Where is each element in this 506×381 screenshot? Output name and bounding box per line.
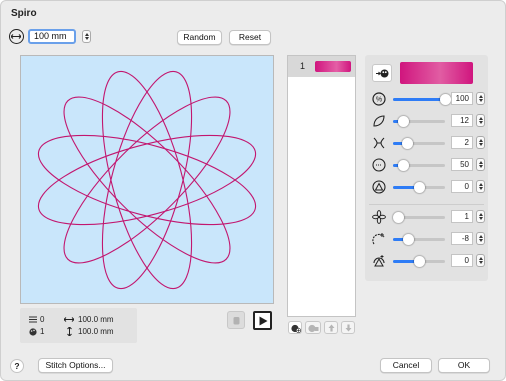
slider-knob[interactable] <box>403 234 415 245</box>
slider-knob[interactable] <box>402 138 414 149</box>
param-row: 50 <box>365 157 488 173</box>
spiro-preview-canvas <box>20 55 274 304</box>
param-stepper[interactable] <box>476 254 485 267</box>
color-count: 1 <box>40 327 45 336</box>
param-value-field[interactable]: 1 <box>451 210 473 223</box>
color-index: 1 <box>300 61 306 71</box>
param-value-field[interactable]: 0 <box>451 180 473 193</box>
width-arrows-icon <box>9 29 24 44</box>
param-stepper[interactable] <box>476 180 485 193</box>
param-row: 0 <box>365 179 488 195</box>
random-button[interactable]: Random <box>177 30 222 45</box>
palette-gear-icon <box>308 324 319 333</box>
dialog-title: Spiro <box>11 8 37 19</box>
param-stepper[interactable] <box>476 136 485 149</box>
palette-plus-icon <box>291 324 301 333</box>
param-value-field[interactable]: -8 <box>451 232 473 245</box>
param-value-field[interactable]: 2 <box>451 136 473 149</box>
color-swatch <box>315 61 351 72</box>
triangle-circle-icon <box>372 180 386 194</box>
param-value-field[interactable]: 12 <box>451 114 473 127</box>
param-slider[interactable] <box>393 182 445 193</box>
arrow-up-icon <box>328 324 335 332</box>
param-slider[interactable] <box>393 138 445 149</box>
param-value-field[interactable]: 100 <box>451 92 473 105</box>
flower-icon <box>372 210 386 224</box>
stop-button[interactable] <box>227 311 245 329</box>
slider-knob[interactable] <box>413 182 425 193</box>
percent-icon: % <box>372 92 386 106</box>
stitch-options-button[interactable]: Stitch Options... <box>38 358 113 373</box>
svg-text:%: % <box>376 97 382 104</box>
param-value-field[interactable]: 0 <box>451 254 473 267</box>
spiro-curve <box>37 70 257 290</box>
slider-knob[interactable] <box>392 212 404 223</box>
param-slider[interactable] <box>393 234 445 245</box>
petal-icon <box>372 114 386 128</box>
param-slider[interactable] <box>392 212 445 223</box>
slider-knob[interactable] <box>397 116 409 127</box>
reset-button[interactable]: Reset <box>229 30 271 45</box>
cancel-button[interactable]: Cancel <box>380 358 432 373</box>
play-button[interactable] <box>253 311 272 330</box>
list-item[interactable]: 1 <box>288 56 355 77</box>
height-value: 100.0 mm <box>78 327 114 336</box>
arc-triangle-icon <box>372 254 386 268</box>
param-stepper[interactable] <box>476 92 485 105</box>
spiro-dialog: Spiro 100 mm Random Reset 0 1 100.0 mm 1… <box>0 0 506 381</box>
param-slider[interactable] <box>393 160 445 171</box>
color-list: 1 <box>287 55 356 317</box>
stitch-count-icon <box>29 316 37 323</box>
width-icon <box>64 317 74 322</box>
play-icon <box>259 316 268 326</box>
current-color-swatch[interactable] <box>400 62 473 84</box>
move-up-button[interactable] <box>324 321 338 334</box>
size-input[interactable]: 100 mm <box>28 29 76 44</box>
param-slider[interactable] <box>393 116 445 127</box>
param-row: -8 <box>365 231 488 247</box>
size-stepper[interactable] <box>82 30 91 43</box>
param-row: 12 <box>365 113 488 129</box>
palette-arrow-icon <box>376 69 389 78</box>
section-divider <box>369 204 484 205</box>
slider-knob[interactable] <box>413 256 425 267</box>
circle-dots-icon <box>372 158 386 172</box>
ok-button[interactable]: OK <box>438 358 490 373</box>
param-value-field[interactable]: 50 <box>451 158 473 171</box>
twist-icon <box>372 136 386 150</box>
slider-knob[interactable] <box>439 94 451 105</box>
slider-knob[interactable] <box>397 160 409 171</box>
arrow-down-icon <box>345 324 352 332</box>
param-row: % 100 <box>365 91 488 107</box>
param-stepper[interactable] <box>476 114 485 127</box>
stitch-count: 0 <box>40 315 45 324</box>
param-row: 0 <box>365 253 488 269</box>
param-stepper[interactable] <box>476 232 485 245</box>
param-slider[interactable] <box>393 256 445 267</box>
param-row: 2 <box>365 135 488 151</box>
color-settings-button[interactable] <box>305 321 321 334</box>
add-color-button[interactable] <box>288 321 302 334</box>
pick-color-button[interactable] <box>372 64 392 82</box>
stats-panel: 0 1 100.0 mm 100.0 mm <box>20 308 137 343</box>
color-palette-icon <box>29 328 37 336</box>
param-stepper[interactable] <box>476 210 485 223</box>
slider-fill <box>393 98 445 101</box>
spiro-parameters-panel: % 100 12 2 50 0 1 -8 0 <box>365 55 488 281</box>
help-button[interactable]: ? <box>10 359 24 373</box>
move-down-button[interactable] <box>341 321 355 334</box>
param-stepper[interactable] <box>476 158 485 171</box>
height-icon <box>67 327 72 336</box>
arc-plus-icon <box>372 232 386 246</box>
param-slider[interactable] <box>393 94 451 105</box>
width-value: 100.0 mm <box>78 315 114 324</box>
stop-icon <box>233 317 240 325</box>
param-row: 1 <box>365 209 488 225</box>
